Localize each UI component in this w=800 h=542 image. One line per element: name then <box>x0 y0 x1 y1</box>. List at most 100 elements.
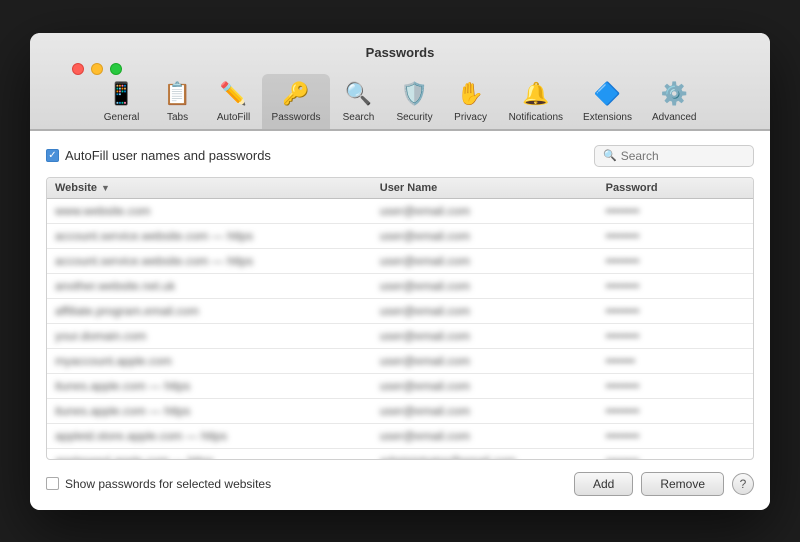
toolbar-item-autofill[interactable]: ✏️ AutoFill <box>206 74 262 129</box>
table-row[interactable]: another.website.net.uk user@email.com ••… <box>47 274 753 299</box>
add-button[interactable]: Add <box>574 472 633 496</box>
tabs-icon: 📋 <box>162 78 194 110</box>
minimize-button[interactable] <box>91 63 103 75</box>
autofill-icon: ✏️ <box>218 78 250 110</box>
show-passwords-text: Show passwords for selected websites <box>65 477 271 491</box>
traffic-lights <box>72 63 122 75</box>
search-box[interactable]: 🔍 <box>594 145 754 167</box>
extensions-label: Extensions <box>583 112 632 123</box>
cell-password: ••••••• <box>598 353 753 369</box>
passwords-table: Website ▼ User Name Password www.website… <box>46 177 754 460</box>
show-passwords-checkbox[interactable] <box>46 477 59 490</box>
col-header-username[interactable]: User Name <box>372 182 598 194</box>
security-label: Security <box>396 112 432 123</box>
cell-password: •••••••• <box>598 403 753 419</box>
table-header: Website ▼ User Name Password <box>47 178 753 199</box>
cell-password: •••••••• <box>598 203 753 219</box>
table-row[interactable]: your.domain.com user@email.com •••••••• <box>47 324 753 349</box>
cell-username: user@email.com <box>372 228 598 244</box>
table-row[interactable]: myaccount.apple.com user@email.com •••••… <box>47 349 753 374</box>
cell-website: account.service.website.com — https <box>47 253 372 269</box>
cell-website: your.domain.com <box>47 328 372 344</box>
table-row[interactable]: account.service.website.com — https user… <box>47 224 753 249</box>
cell-password: •••••••• <box>598 253 753 269</box>
general-icon: 📱 <box>106 78 138 110</box>
cell-password: •••••••• <box>598 428 753 444</box>
toolbar-item-notifications[interactable]: 🔔 Notifications <box>499 74 573 129</box>
autofill-text: AutoFill user names and passwords <box>65 148 271 163</box>
col-header-website[interactable]: Website ▼ <box>47 182 372 194</box>
search-icon: 🔍 <box>603 149 617 162</box>
search-icon: 🔍 <box>342 78 374 110</box>
privacy-label: Privacy <box>454 112 487 123</box>
cell-website: affiliate.program.email.com <box>47 303 372 319</box>
cell-username: administrator@email.com <box>372 453 598 459</box>
autofill-checkbox-label[interactable]: ✓ AutoFill user names and passwords <box>46 148 271 163</box>
advanced-icon: ⚙️ <box>658 78 690 110</box>
security-icon: 🛡️ <box>399 78 431 110</box>
cell-username: user@email.com <box>372 303 598 319</box>
cell-username: user@email.com <box>372 403 598 419</box>
cell-password: •••••••• <box>598 228 753 244</box>
col-header-password[interactable]: Password <box>598 182 753 194</box>
cell-password: •••••••• <box>598 378 753 394</box>
cell-password: •••••••• <box>598 328 753 344</box>
notifications-label: Notifications <box>509 112 563 123</box>
cell-password: •••••••• <box>598 303 753 319</box>
cell-username: user@email.com <box>372 428 598 444</box>
table-row[interactable]: appleid.store.apple.com — https user@ema… <box>47 424 753 449</box>
table-row[interactable]: account.service.website.com — https user… <box>47 249 753 274</box>
content-area: ✓ AutoFill user names and passwords 🔍 We… <box>30 130 770 510</box>
toolbar-item-extensions[interactable]: 🔷 Extensions <box>573 74 642 129</box>
cell-username: user@email.com <box>372 353 598 369</box>
bottom-bar: Show passwords for selected websites Add… <box>46 472 754 496</box>
autofill-checkbox[interactable]: ✓ <box>46 149 59 162</box>
maximize-button[interactable] <box>110 63 122 75</box>
privacy-icon: ✋ <box>455 78 487 110</box>
main-window: Passwords 📱 General 📋 Tabs ✏️ AutoFill 🔑… <box>30 33 770 510</box>
table-row[interactable]: itunes.apple.com — https user@email.com … <box>47 374 753 399</box>
show-passwords-label[interactable]: Show passwords for selected websites <box>46 477 271 491</box>
cell-username: user@email.com <box>372 253 598 269</box>
cell-username: user@email.com <box>372 203 598 219</box>
bottom-buttons: Add Remove ? <box>574 472 754 496</box>
cell-website: another.website.net.uk <box>47 278 372 294</box>
cell-website: itunes.apple.com — https <box>47 403 372 419</box>
remove-button[interactable]: Remove <box>641 472 724 496</box>
window-title: Passwords <box>366 45 435 60</box>
search-input[interactable] <box>621 149 745 163</box>
toolbar-item-passwords[interactable]: 🔑 Passwords <box>262 74 331 129</box>
table-row[interactable]: affiliate.program.email.com user@email.c… <box>47 299 753 324</box>
general-label: General <box>104 112 140 123</box>
search-label: Search <box>343 112 375 123</box>
cell-website: itunes.apple.com — https <box>47 378 372 394</box>
cell-username: user@email.com <box>372 378 598 394</box>
cell-username: user@email.com <box>372 328 598 344</box>
extensions-icon: 🔷 <box>592 78 624 110</box>
passwords-label: Passwords <box>272 112 321 123</box>
title-bar: Passwords 📱 General 📋 Tabs ✏️ AutoFill 🔑… <box>30 33 770 130</box>
advanced-label: Advanced <box>652 112 696 123</box>
toolbar-item-tabs[interactable]: 📋 Tabs <box>150 74 206 129</box>
notifications-icon: 🔔 <box>520 78 552 110</box>
cell-password: •••••••• <box>598 278 753 294</box>
autofill-label: AutoFill <box>217 112 250 123</box>
toolbar-item-security[interactable]: 🛡️ Security <box>386 74 442 129</box>
toolbar-item-general[interactable]: 📱 General <box>94 74 150 129</box>
table-row[interactable]: appleseed.apple.com — https administrato… <box>47 449 753 459</box>
toolbar: 📱 General 📋 Tabs ✏️ AutoFill 🔑 Passwords… <box>30 70 770 129</box>
table-row[interactable]: itunes.apple.com — https user@email.com … <box>47 399 753 424</box>
cell-website: www.website.com <box>47 203 372 219</box>
toolbar-item-advanced[interactable]: ⚙️ Advanced <box>642 74 706 129</box>
top-bar: ✓ AutoFill user names and passwords 🔍 <box>46 145 754 167</box>
cell-website: appleseed.apple.com — https <box>47 453 372 459</box>
table-row[interactable]: www.website.com user@email.com •••••••• <box>47 199 753 224</box>
toolbar-item-privacy[interactable]: ✋ Privacy <box>443 74 499 129</box>
table-body: www.website.com user@email.com •••••••• … <box>47 199 753 459</box>
help-button[interactable]: ? <box>732 473 754 495</box>
cell-website: appleid.store.apple.com — https <box>47 428 372 444</box>
toolbar-item-search[interactable]: 🔍 Search <box>330 74 386 129</box>
passwords-icon: 🔑 <box>280 78 312 110</box>
sort-icon: ▼ <box>101 183 110 193</box>
close-button[interactable] <box>72 63 84 75</box>
